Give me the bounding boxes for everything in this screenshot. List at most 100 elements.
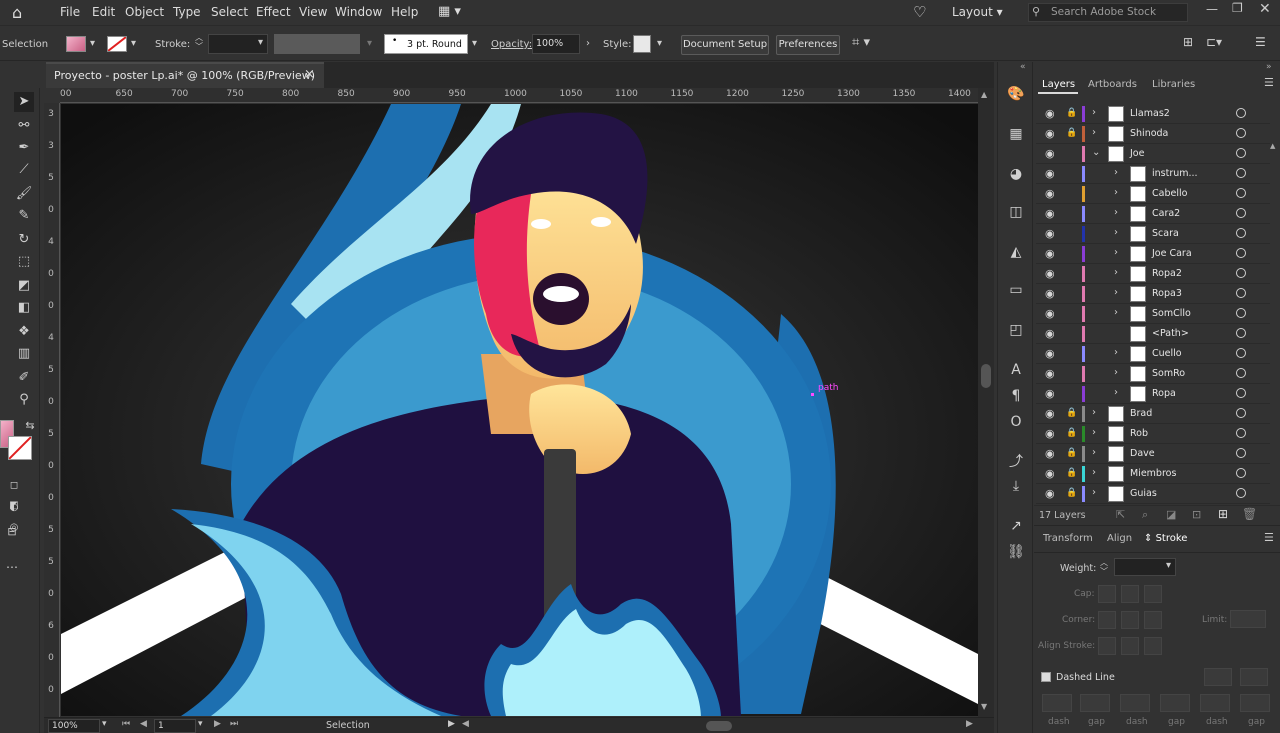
dashed-line-checkbox[interactable] xyxy=(1041,672,1051,682)
layer-name[interactable]: <Path> xyxy=(1152,328,1189,339)
vertical-scrollbar[interactable]: ▲ ▼ xyxy=(978,88,994,717)
arrange-documents-icon[interactable]: ▦ ▾ xyxy=(438,4,461,19)
shape-builder-tool-icon[interactable]: ◩ xyxy=(14,276,34,296)
pen-tool-icon[interactable]: ✒ xyxy=(14,138,34,158)
close-window-icon[interactable]: ✕ xyxy=(1259,1,1271,17)
visibility-eye-icon[interactable]: ◉ xyxy=(1045,187,1055,200)
tab-libraries[interactable]: Libraries xyxy=(1152,79,1195,90)
target-circle-icon[interactable] xyxy=(1236,148,1246,158)
target-circle-icon[interactable] xyxy=(1236,388,1246,398)
visibility-eye-icon[interactable]: ◉ xyxy=(1045,127,1055,140)
chevron-right-icon[interactable]: › xyxy=(1114,367,1118,378)
new-layer-icon[interactable]: ⊞ xyxy=(1218,507,1228,521)
stroke-dropdown-icon[interactable]: ▾ xyxy=(131,38,136,49)
drawing-mode-icon[interactable]: ◐ ◎ xyxy=(4,498,24,533)
chevron-right-icon[interactable]: › xyxy=(1092,127,1096,138)
restore-icon[interactable]: ❐ xyxy=(1232,1,1243,15)
visibility-eye-icon[interactable]: ◉ xyxy=(1045,207,1055,220)
cap-butt[interactable] xyxy=(1098,585,1116,603)
chevron-right-icon[interactable]: › xyxy=(1114,267,1118,278)
target-circle-icon[interactable] xyxy=(1236,208,1246,218)
layer-row[interactable]: ◉ 🔒 › Shinoda xyxy=(1036,124,1270,144)
pencil-tool-icon[interactable]: ✎ xyxy=(14,206,34,226)
corner-miter[interactable] xyxy=(1098,611,1116,629)
target-circle-icon[interactable] xyxy=(1236,348,1246,358)
target-circle-icon[interactable] xyxy=(1236,248,1246,258)
lock-icon[interactable]: 🔒 xyxy=(1066,428,1077,438)
search-stock-box[interactable]: ⚲ Search Adobe Stock xyxy=(1028,3,1188,22)
stroke-stepper-icon[interactable]: ︿ ﹀ xyxy=(195,33,203,51)
line-tool-icon[interactable]: ⟋ xyxy=(14,160,34,180)
clipping-mask-icon[interactable]: ◪ xyxy=(1166,508,1176,521)
visibility-eye-icon[interactable]: ◉ xyxy=(1045,107,1055,120)
layer-name[interactable]: Cabello xyxy=(1152,188,1187,199)
visibility-eye-icon[interactable]: ◉ xyxy=(1045,427,1055,440)
scroll-down-icon[interactable]: ▼ xyxy=(981,702,987,711)
visibility-eye-icon[interactable]: ◉ xyxy=(1045,447,1055,460)
layers-scroll-up-icon[interactable]: ▲ xyxy=(1270,142,1275,150)
layer-name[interactable]: SomRo xyxy=(1152,368,1185,379)
color-panel-icon[interactable]: 🎨 xyxy=(1006,84,1026,104)
style-swatch[interactable] xyxy=(633,35,651,53)
chevron-right-icon[interactable]: › xyxy=(1114,227,1118,238)
visibility-eye-icon[interactable]: ◉ xyxy=(1045,147,1055,160)
align-inside[interactable] xyxy=(1121,637,1139,655)
visibility-eye-icon[interactable]: ◉ xyxy=(1045,227,1055,240)
gap-field-3[interactable] xyxy=(1240,694,1270,712)
opentype-panel-icon[interactable]: O xyxy=(1006,412,1026,432)
target-circle-icon[interactable] xyxy=(1236,288,1246,298)
opacity-arrow-icon[interactable]: › xyxy=(586,38,590,49)
target-circle-icon[interactable] xyxy=(1236,108,1246,118)
layer-row[interactable]: ◉ ⌄ Joe xyxy=(1036,144,1270,164)
corner-bevel[interactable] xyxy=(1144,611,1162,629)
chevron-right-icon[interactable]: › xyxy=(1114,187,1118,198)
chevron-right-icon[interactable]: › xyxy=(1114,307,1118,318)
visibility-eye-icon[interactable]: ◉ xyxy=(1045,307,1055,320)
document-tab[interactable]: Proyecto - poster Lp.ai* @ 100% (RGB/Pre… xyxy=(46,62,324,88)
artboard-dropdown-icon[interactable]: ▾ xyxy=(198,719,203,729)
lock-icon[interactable]: 🔒 xyxy=(1066,468,1077,478)
layer-name[interactable]: Miembros xyxy=(1130,468,1176,479)
next-artboard-icon[interactable]: ▶ xyxy=(214,719,221,729)
workspace-switcher[interactable]: Layout ▾ xyxy=(952,5,1003,19)
gradient-tool-icon[interactable]: ◧ xyxy=(14,298,34,318)
visibility-eye-icon[interactable]: ◉ xyxy=(1045,167,1055,180)
visibility-eye-icon[interactable]: ◉ xyxy=(1045,367,1055,380)
rotate-tool-icon[interactable]: ↻ xyxy=(14,230,34,250)
lock-icon[interactable]: 🔒 xyxy=(1066,108,1077,118)
menu-edit[interactable]: Edit xyxy=(92,5,115,19)
layer-row[interactable]: ◉ › Cabello xyxy=(1036,184,1270,204)
layer-row[interactable]: ◉ › Cara2 xyxy=(1036,204,1270,224)
layer-row[interactable]: ◉ 🔒 › Brad xyxy=(1036,404,1270,424)
brush-dropdown-icon[interactable]: ▾ xyxy=(472,38,477,49)
symbols-panel-icon[interactable]: ◕ xyxy=(1006,164,1026,184)
links-panel-icon[interactable]: ⛓ xyxy=(1006,542,1026,562)
visibility-eye-icon[interactable]: ◉ xyxy=(1045,467,1055,480)
locate-object-icon[interactable]: ⌕ xyxy=(1142,508,1148,522)
more-tools-icon[interactable]: … xyxy=(2,554,22,574)
artboard-canvas[interactable]: path xyxy=(61,104,978,716)
chevron-right-icon[interactable]: › xyxy=(1114,287,1118,298)
pathfinder-panel-icon[interactable]: ◫ xyxy=(1006,202,1026,222)
layer-name[interactable]: instrum... xyxy=(1152,168,1198,179)
tab-artboards[interactable]: Artboards xyxy=(1088,79,1137,90)
column-graph-tool-icon[interactable]: ▥ xyxy=(14,344,34,364)
align-outside[interactable] xyxy=(1144,637,1162,655)
target-circle-icon[interactable] xyxy=(1236,428,1246,438)
menu-window[interactable]: Window xyxy=(335,5,382,19)
lock-icon[interactable]: 🔒 xyxy=(1066,448,1077,458)
visibility-eye-icon[interactable]: ◉ xyxy=(1045,487,1055,500)
dash-field-1[interactable] xyxy=(1042,694,1072,712)
home-icon[interactable]: ⌂ xyxy=(12,3,22,22)
chevron-right-icon[interactable]: › xyxy=(1114,387,1118,398)
hscroll-right-icon[interactable]: ▶ xyxy=(966,719,973,729)
delete-layer-icon[interactable]: 🗑 xyxy=(1242,507,1257,521)
target-circle-icon[interactable] xyxy=(1236,468,1246,478)
chevron-right-icon[interactable]: › xyxy=(1092,487,1096,498)
eyedropper-tool-icon[interactable]: ✐ xyxy=(14,368,34,388)
layer-name[interactable]: Guias xyxy=(1130,488,1157,499)
dash-preserve[interactable] xyxy=(1204,668,1232,686)
align-to-icon[interactable]: ⌗ ▾ xyxy=(852,35,870,50)
layer-name[interactable]: Brad xyxy=(1130,408,1152,419)
zoom-dropdown-icon[interactable]: ▾ xyxy=(102,719,107,729)
